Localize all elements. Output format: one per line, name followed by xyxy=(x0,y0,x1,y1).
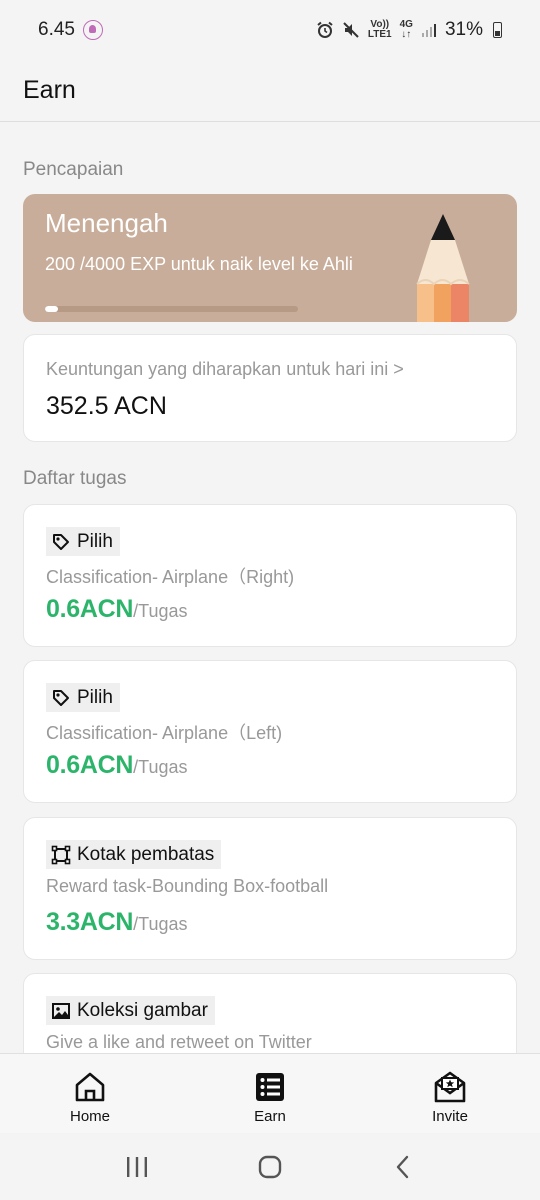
task-reward: 0.6ACN/Tugas xyxy=(46,595,188,624)
bounding-box-icon xyxy=(51,845,71,864)
task-reward: 0.6ACN/Tugas xyxy=(46,751,188,780)
task-tag-label: Pilih xyxy=(77,530,113,552)
status-bar: 6.45 Vo)) LTE1 4G ↓↑ 31% xyxy=(0,0,540,60)
nav-invite[interactable]: Invite xyxy=(360,1054,540,1133)
network-indicator: 4G ↓↑ xyxy=(400,20,413,40)
task-description: Classification- Airplane（Right) xyxy=(46,567,295,587)
nav-home-label: Home xyxy=(69,1108,110,1125)
level-card[interactable]: Menengah 200 /4000 EXP untuk naik level … xyxy=(23,194,517,322)
nav-invite-label: Invite xyxy=(432,1108,468,1125)
battery-icon xyxy=(493,22,502,38)
reward-amount: 0.6ACN xyxy=(46,595,134,623)
achievement-section-label: Pencapaian xyxy=(23,159,124,180)
reward-unit: /Tugas xyxy=(133,914,188,934)
expected-earnings-label: Keuntungan yang diharapkan untuk hari in… xyxy=(46,359,404,379)
task-description: Reward task-Bounding Box-football xyxy=(46,876,329,896)
task-card[interactable]: Koleksi gambar Give a like and retweet o… xyxy=(23,973,517,1053)
task-tag-label: Kotak pembatas xyxy=(77,843,215,865)
reward-amount: 0.6ACN xyxy=(46,751,134,779)
task-card[interactable]: Kotak pembatas Reward task-Bounding Box-… xyxy=(23,817,517,960)
task-tag: Koleksi gambar xyxy=(46,996,215,1025)
task-description: Classification- Airplane（Left) xyxy=(46,723,283,743)
task-card[interactable]: Pilih Classification- Airplane（Right) 0.… xyxy=(23,504,517,647)
task-tag: Pilih xyxy=(46,683,120,712)
home-icon xyxy=(75,1072,105,1102)
home-circle-icon xyxy=(258,1155,282,1178)
task-tag-label: Koleksi gambar xyxy=(77,999,208,1021)
battery-percent: 31% xyxy=(444,19,483,40)
list-icon xyxy=(256,1073,284,1101)
reward-unit: /Tugas xyxy=(133,757,188,777)
recent-apps-button[interactable] xyxy=(117,1152,157,1182)
data-arrows-icon: ↓↑ xyxy=(401,29,412,40)
app-header: Earn xyxy=(0,60,540,122)
page-title: Earn xyxy=(23,76,76,104)
signal-icon xyxy=(421,24,436,37)
reward-amount: 3.3ACN xyxy=(46,908,134,936)
volte-indicator: Vo)) LTE1 xyxy=(368,20,392,40)
system-nav-bar xyxy=(0,1133,540,1200)
home-system-button[interactable] xyxy=(250,1152,290,1182)
task-tag-label: Pilih xyxy=(77,686,113,708)
nav-home[interactable]: Home xyxy=(0,1054,180,1133)
task-card[interactable]: Pilih Classification- Airplane（Left) 0.6… xyxy=(23,660,517,803)
status-time: 6.45 xyxy=(38,19,75,40)
nav-earn[interactable]: Earn xyxy=(180,1054,360,1133)
expected-earnings-value: 352.5 ACN xyxy=(46,392,167,420)
alarm-icon xyxy=(317,21,333,38)
app-notification-icon xyxy=(82,20,103,40)
back-chevron-icon xyxy=(397,1155,409,1178)
expected-earnings-card[interactable]: Keuntungan yang diharapkan untuk hari in… xyxy=(23,334,517,442)
status-icons: Vo)) LTE1 4G ↓↑ 31% xyxy=(316,19,502,41)
task-reward: 3.3ACN/Tugas xyxy=(46,908,188,937)
mute-icon xyxy=(343,22,359,38)
exp-progress-bar xyxy=(45,306,298,312)
exp-progress-fill xyxy=(45,306,58,312)
task-description: Give a like and retweet on Twitter xyxy=(46,1032,312,1052)
recent-apps-icon xyxy=(126,1156,147,1177)
main-content[interactable]: Pencapaian Menengah 200 /4000 EXP untuk … xyxy=(0,123,540,1053)
tag-icon xyxy=(53,533,69,550)
invite-envelope-icon xyxy=(434,1071,466,1103)
back-button[interactable] xyxy=(383,1152,423,1182)
level-name: Menengah xyxy=(45,208,168,238)
reward-unit: /Tugas xyxy=(133,601,188,621)
bottom-nav: Home Earn Invite xyxy=(0,1053,540,1133)
pencil-icon xyxy=(416,214,470,322)
volte-bottom: LTE1 xyxy=(367,29,392,40)
task-list-section-label: Daftar tugas xyxy=(23,468,127,489)
task-tag: Pilih xyxy=(46,527,120,556)
level-progress-text: 200 /4000 EXP untuk naik level ke Ahli xyxy=(45,254,353,274)
tag-icon xyxy=(53,689,69,706)
nav-earn-label: Earn xyxy=(254,1108,286,1125)
task-tag: Kotak pembatas xyxy=(46,840,222,869)
image-icon xyxy=(52,1002,70,1019)
